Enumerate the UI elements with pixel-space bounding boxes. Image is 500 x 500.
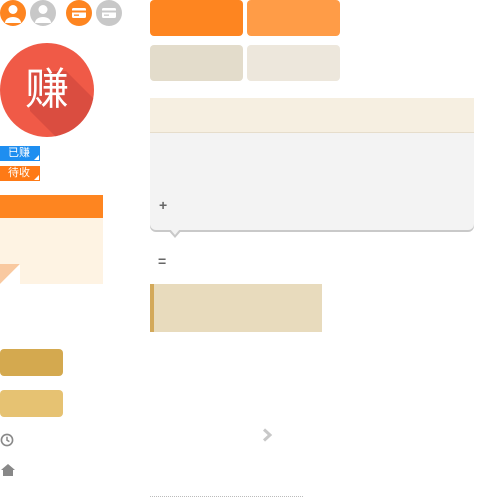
note-header [0, 195, 103, 218]
earn-logo: 赚 [0, 43, 94, 137]
home-icon[interactable] [0, 463, 16, 482]
card-header [150, 98, 474, 133]
tab-button-3[interactable] [150, 45, 243, 81]
clock-icon[interactable] [0, 433, 14, 452]
pending-tag-label: 待收 [8, 167, 30, 179]
summary-card: + [150, 98, 474, 238]
equals-symbol: = [158, 253, 167, 269]
earned-tag-label: 已赚 [8, 147, 30, 159]
tag-corner-icon [34, 175, 39, 180]
pending-tag[interactable]: 待收 [0, 166, 40, 181]
tab-button-1[interactable] [150, 0, 243, 36]
card-pointer-inner [170, 229, 180, 235]
user-avatar-icon[interactable] [0, 0, 26, 26]
dotted-divider [150, 496, 303, 497]
earned-tag[interactable]: 已赚 [0, 146, 40, 161]
tag-corner-icon [34, 155, 39, 160]
note-fold-cut [0, 264, 20, 284]
card-icon[interactable] [96, 0, 122, 26]
result-bar [150, 284, 322, 332]
action-button-primary[interactable] [0, 349, 63, 376]
action-button-secondary[interactable] [0, 390, 63, 417]
user-icon[interactable] [30, 0, 56, 26]
tab-button-2[interactable] [247, 0, 340, 36]
logo-character: 赚 [25, 64, 69, 115]
tab-button-4[interactable] [247, 45, 340, 81]
card-icon[interactable] [66, 0, 92, 26]
chevron-right-icon[interactable] [261, 428, 273, 447]
plus-symbol: + [159, 197, 168, 213]
